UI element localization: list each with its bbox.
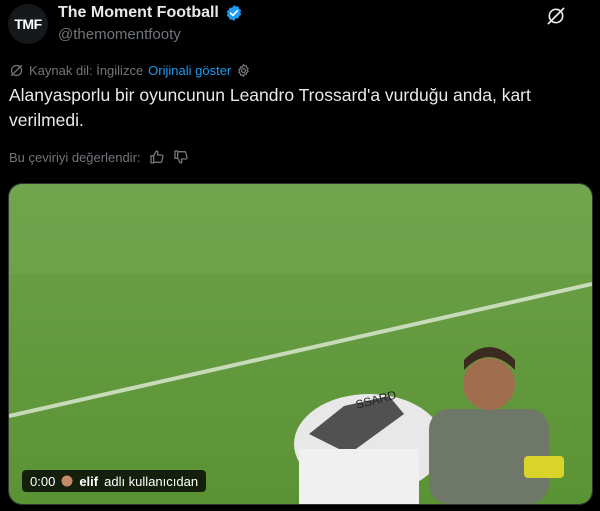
display-name[interactable]: The Moment Football bbox=[58, 4, 219, 22]
settings-gear-icon[interactable] bbox=[236, 63, 251, 78]
avatar[interactable]: TMF bbox=[8, 4, 48, 44]
author-handle[interactable]: @themomentfooty bbox=[58, 26, 181, 43]
credit-suffix: adlı kullanıcıdan bbox=[104, 473, 199, 489]
translate-icon bbox=[10, 64, 23, 77]
rate-translation-row: Bu çeviriyi değerlendir: bbox=[9, 149, 189, 165]
tweet-text: Alanyasporlu bir oyuncunun Leandro Tross… bbox=[9, 85, 531, 130]
rate-translation-label: Bu çeviriyi değerlendir: bbox=[9, 149, 141, 165]
source-language-label: Kaynak dil: İngilizce bbox=[29, 63, 144, 78]
thumbs-up-icon[interactable] bbox=[149, 149, 165, 165]
credit-username[interactable]: elif bbox=[79, 474, 98, 489]
grok-icon[interactable] bbox=[546, 6, 566, 26]
video-player[interactable]: SSARD bbox=[8, 183, 593, 505]
verified-badge-icon bbox=[226, 5, 241, 21]
video-timestamp: 0:00 bbox=[30, 473, 56, 489]
thumbs-down-icon[interactable] bbox=[173, 149, 189, 165]
creator-avatar-icon bbox=[61, 475, 73, 487]
video-frame: SSARD bbox=[9, 184, 592, 504]
author-name-row: The Moment Football bbox=[58, 4, 243, 22]
translation-info-row: Kaynak dil: İngilizce Orijinali göster bbox=[9, 63, 251, 78]
avatar-label: TMF bbox=[14, 16, 42, 32]
video-credit-chip: 0:00 elif adlı kullanıcıdan bbox=[22, 470, 207, 492]
show-original-link[interactable]: Orijinali göster bbox=[148, 63, 231, 78]
